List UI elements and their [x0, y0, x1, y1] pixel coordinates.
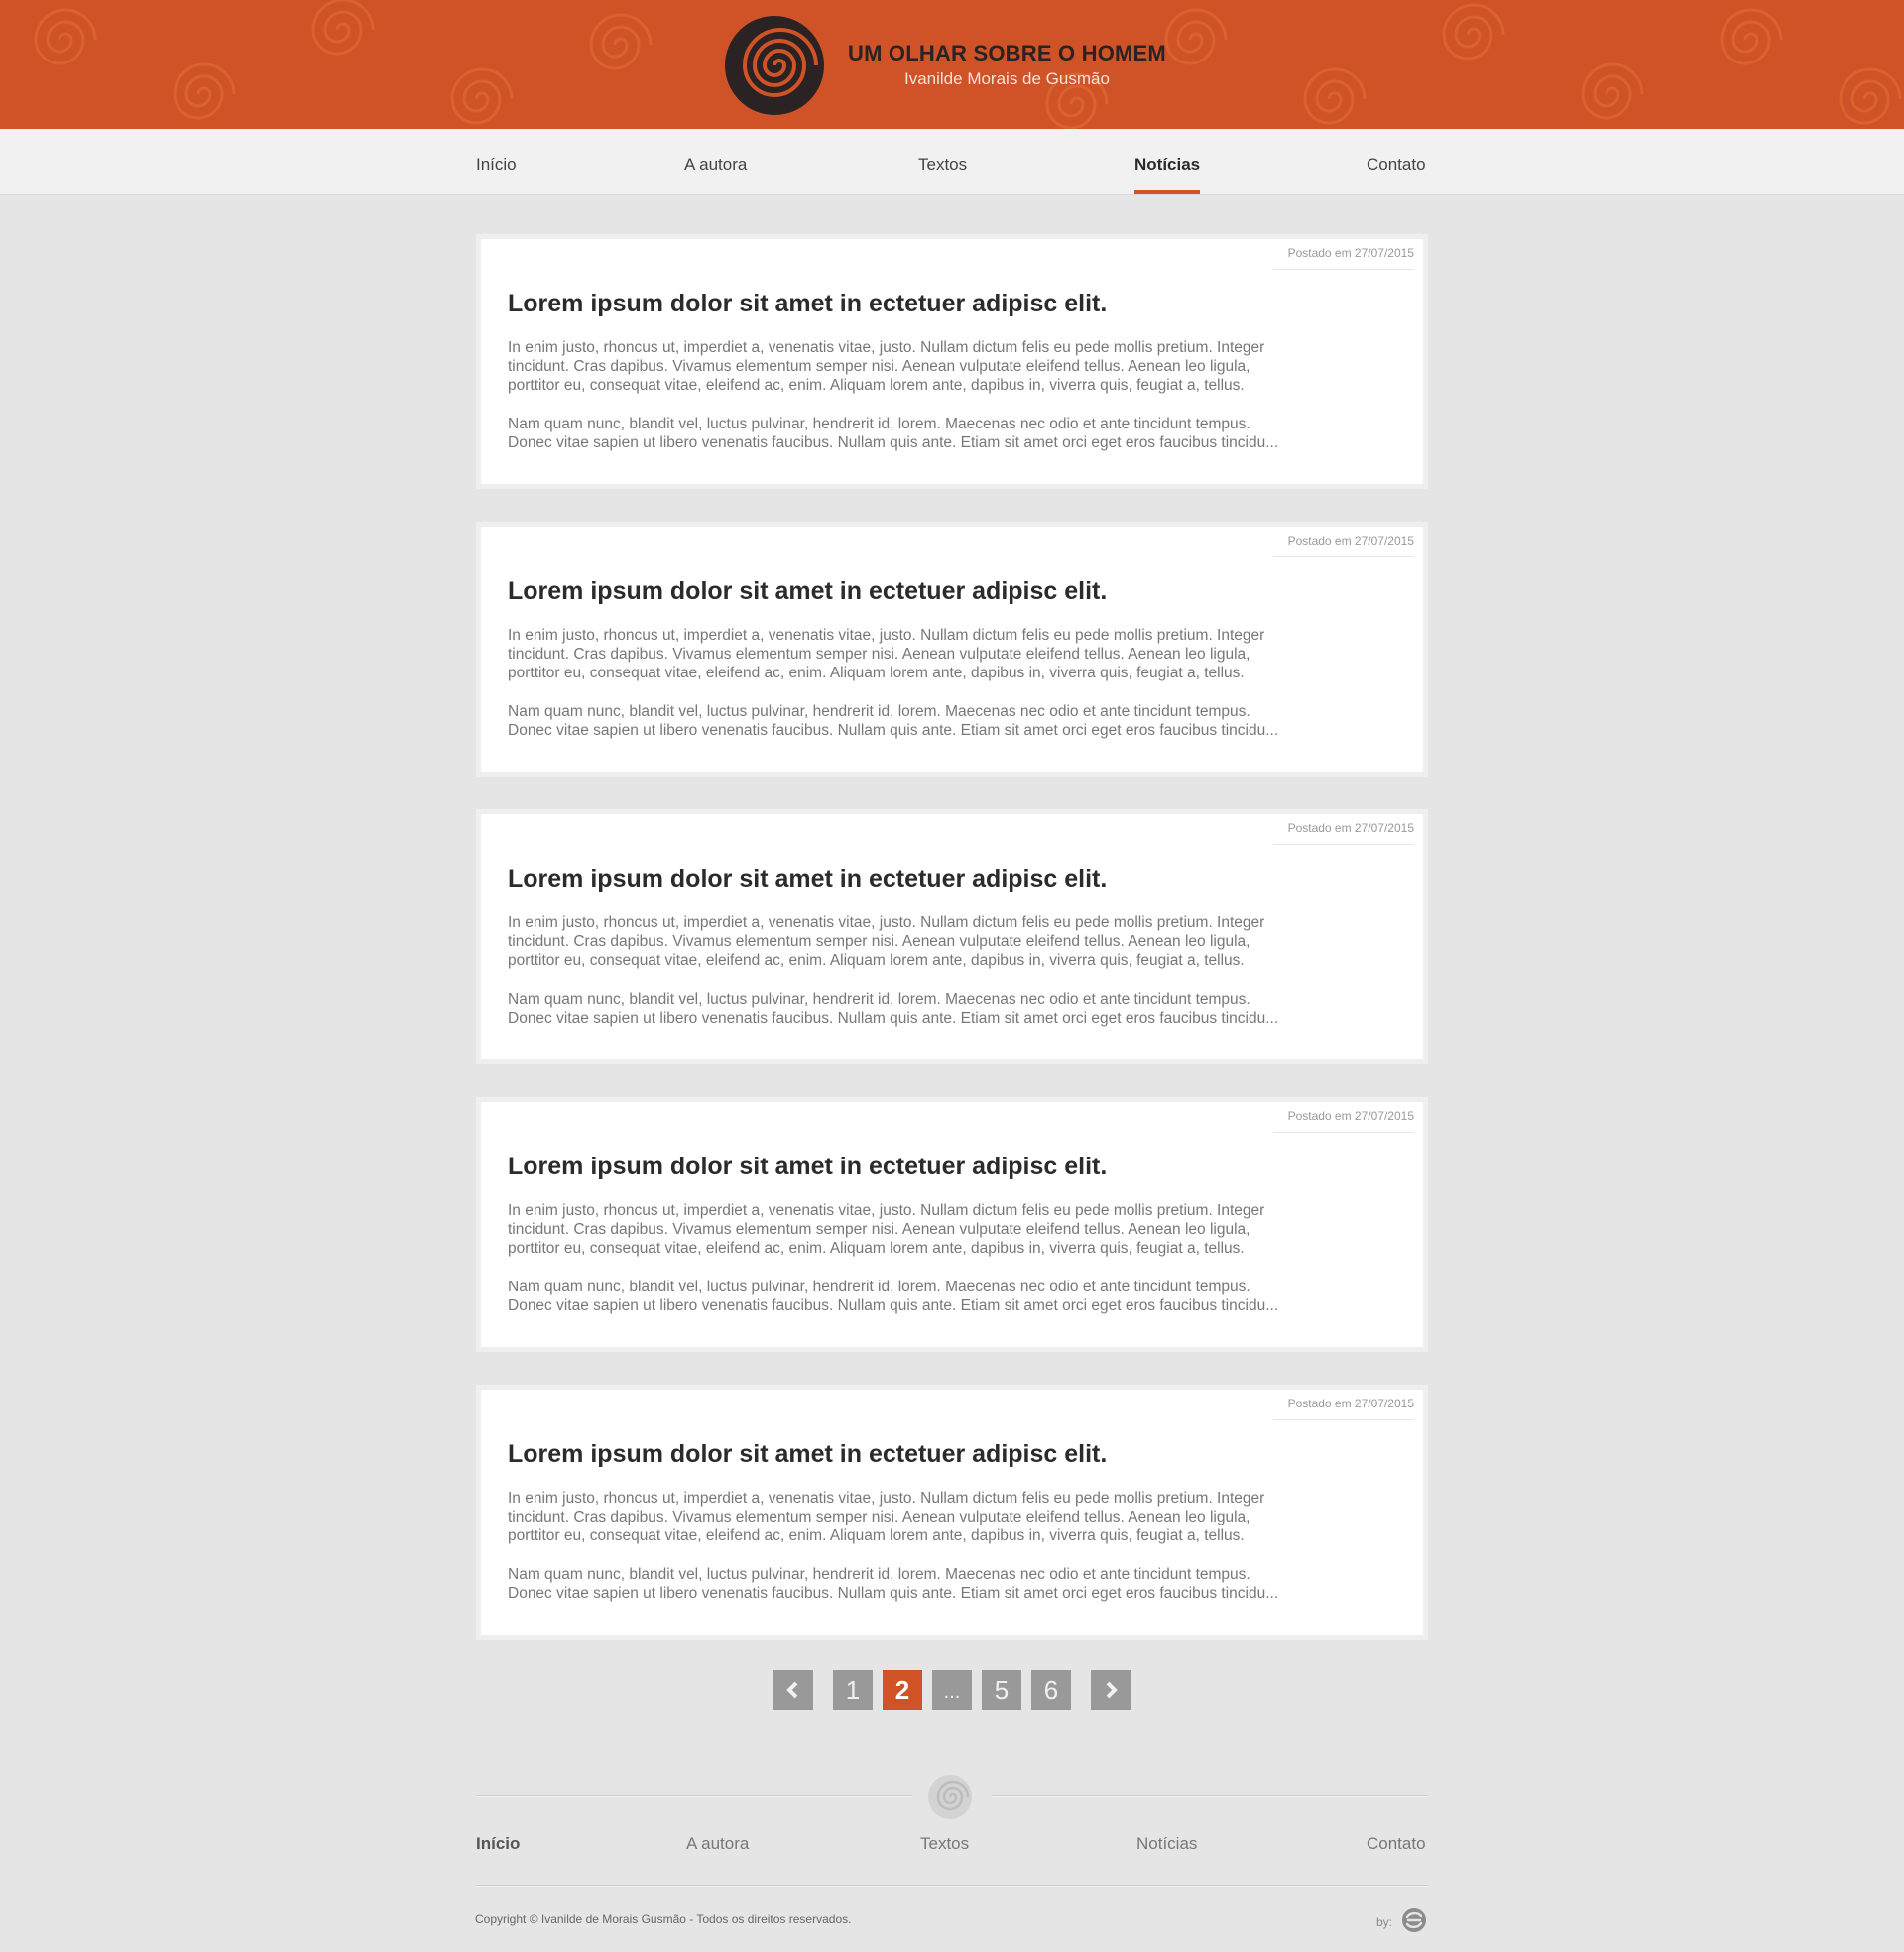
post-card: Postado em 27/07/2015 Lorem ipsum dolor …	[476, 234, 1428, 489]
excerpt-line: tincidunt. Cras dapibus. Vivamus element…	[508, 1509, 1250, 1525]
chevron-right-icon	[1106, 1681, 1118, 1699]
post-date: Postado em 27/07/2015	[1273, 1395, 1414, 1420]
excerpt-line: Donec vitae sapien ut libero venenatis f…	[508, 434, 1279, 451]
excerpt-line: In enim justo, rhoncus ut, imperdiet a, …	[508, 1490, 1265, 1507]
post-card: Postado em 27/07/2015 Lorem ipsum dolor …	[476, 1385, 1428, 1640]
post-date: Postado em 27/07/2015	[1273, 819, 1414, 845]
post-excerpt-paragraph: Nam quam nunc, blandit vel, luctus pulvi…	[508, 415, 1400, 452]
post-excerpt-paragraph: In enim justo, rhoncus ut, imperdiet a, …	[508, 1489, 1400, 1545]
brand[interactable]: UM OLHAR SOBRE O HOMEM Ivanilde Morais d…	[721, 13, 1166, 118]
footer-link-inicio[interactable]: Início	[476, 1833, 520, 1855]
site-subtitle: Ivanilde Morais de Gusmão	[904, 69, 1110, 88]
post-date: Postado em 27/07/2015	[1273, 532, 1414, 557]
excerpt-line: Donec vitae sapien ut libero venenatis f…	[508, 1585, 1279, 1602]
by-label: by:	[1376, 1915, 1393, 1929]
excerpt-line: tincidunt. Cras dapibus. Vivamus element…	[508, 1221, 1250, 1238]
footer-link-contato[interactable]: Contato	[1367, 1833, 1426, 1855]
pagination-current-page[interactable]: 2	[883, 1670, 922, 1710]
spiral-logo-icon[interactable]	[926, 1773, 974, 1821]
excerpt-line: Donec vitae sapien ut libero venenatis f…	[508, 1010, 1279, 1027]
post-excerpt-paragraph: In enim justo, rhoncus ut, imperdiet a, …	[508, 1201, 1400, 1258]
post-excerpt-paragraph: In enim justo, rhoncus ut, imperdiet a, …	[508, 914, 1400, 970]
copyright-text: Copyright © Ivanilde de Morais Gusmão - …	[475, 1912, 852, 1926]
excerpt-line: Nam quam nunc, blandit vel, luctus pulvi…	[508, 703, 1250, 720]
post-date: Postado em 27/07/2015	[1273, 244, 1414, 270]
nav-item-inicio[interactable]: Início	[476, 129, 517, 194]
nav-item-noticias[interactable]: Notícias	[1134, 129, 1201, 194]
post-card: Postado em 27/07/2015 Lorem ipsum dolor …	[476, 1097, 1428, 1352]
excerpt-line: Nam quam nunc, blandit vel, luctus pulvi…	[508, 991, 1250, 1008]
post-excerpt-paragraph: Nam quam nunc, blandit vel, luctus pulvi…	[508, 1565, 1400, 1603]
excerpt-line: porttitor eu, consequat vitae, eleifend …	[508, 1527, 1245, 1544]
excerpt-line: In enim justo, rhoncus ut, imperdiet a, …	[508, 339, 1265, 356]
footer-link-a-autora[interactable]: A autora	[686, 1833, 749, 1855]
excerpt-line: tincidunt. Cras dapibus. Vivamus element…	[508, 646, 1250, 663]
spiral-logo-icon	[725, 16, 824, 115]
excerpt-line: In enim justo, rhoncus ut, imperdiet a, …	[508, 1202, 1265, 1219]
footer-bottom-divider	[476, 1885, 1428, 1887]
footer-divider	[476, 1795, 912, 1797]
post-title[interactable]: Lorem ipsum dolor sit amet in ectetuer a…	[508, 1152, 1380, 1181]
excerpt-line: Nam quam nunc, blandit vel, luctus pulvi…	[508, 1279, 1250, 1295]
excerpt-line: In enim justo, rhoncus ut, imperdiet a, …	[508, 627, 1265, 644]
agency-logo-icon[interactable]	[1400, 1906, 1428, 1934]
nav-item-textos[interactable]: Textos	[918, 129, 967, 194]
footer-divider	[992, 1795, 1428, 1797]
site-header: UM OLHAR SOBRE O HOMEM Ivanilde Morais d…	[0, 0, 1904, 129]
post-date: Postado em 27/07/2015	[1273, 1107, 1414, 1133]
post-excerpt-paragraph: Nam quam nunc, blandit vel, luctus pulvi…	[508, 990, 1400, 1028]
excerpt-line: porttitor eu, consequat vitae, eleifend …	[508, 665, 1245, 681]
pagination-page-button[interactable]: 6	[1031, 1670, 1071, 1710]
post-title[interactable]: Lorem ipsum dolor sit amet in ectetuer a…	[508, 1439, 1380, 1469]
main-nav: Início A autora Textos Notícias Contato	[0, 129, 1904, 195]
post-title[interactable]: Lorem ipsum dolor sit amet in ectetuer a…	[508, 576, 1380, 606]
post-excerpt-paragraph: In enim justo, rhoncus ut, imperdiet a, …	[508, 626, 1400, 682]
excerpt-line: Nam quam nunc, blandit vel, luctus pulvi…	[508, 1566, 1250, 1583]
post-excerpt-paragraph: In enim justo, rhoncus ut, imperdiet a, …	[508, 338, 1400, 395]
excerpt-line: porttitor eu, consequat vitae, eleifend …	[508, 377, 1245, 394]
pagination-next-button[interactable]	[1091, 1670, 1130, 1710]
post-card: Postado em 27/07/2015 Lorem ipsum dolor …	[476, 809, 1428, 1064]
post-card: Postado em 27/07/2015 Lorem ipsum dolor …	[476, 522, 1428, 777]
excerpt-line: porttitor eu, consequat vitae, eleifend …	[508, 952, 1245, 969]
post-excerpt-paragraph: Nam quam nunc, blandit vel, luctus pulvi…	[508, 702, 1400, 740]
footer-link-noticias[interactable]: Notícias	[1136, 1833, 1197, 1855]
footer-link-textos[interactable]: Textos	[920, 1833, 969, 1855]
site-title: UM OLHAR SOBRE O HOMEM	[848, 41, 1166, 65]
excerpt-line: Donec vitae sapien ut libero venenatis f…	[508, 722, 1279, 739]
pagination-page-button[interactable]: 5	[982, 1670, 1021, 1710]
excerpt-line: In enim justo, rhoncus ut, imperdiet a, …	[508, 915, 1265, 931]
pagination-ellipsis: ...	[932, 1670, 972, 1710]
excerpt-line: Nam quam nunc, blandit vel, luctus pulvi…	[508, 416, 1250, 432]
excerpt-line: porttitor eu, consequat vitae, eleifend …	[508, 1240, 1245, 1257]
excerpt-line: tincidunt. Cras dapibus. Vivamus element…	[508, 358, 1250, 375]
excerpt-line: Donec vitae sapien ut libero venenatis f…	[508, 1297, 1279, 1314]
pagination-page-button[interactable]: 1	[833, 1670, 873, 1710]
post-title[interactable]: Lorem ipsum dolor sit amet in ectetuer a…	[508, 864, 1380, 894]
post-title[interactable]: Lorem ipsum dolor sit amet in ectetuer a…	[508, 289, 1380, 318]
chevron-left-icon	[786, 1681, 798, 1699]
nav-item-contato[interactable]: Contato	[1367, 129, 1426, 194]
excerpt-line: tincidunt. Cras dapibus. Vivamus element…	[508, 933, 1250, 950]
post-excerpt-paragraph: Nam quam nunc, blandit vel, luctus pulvi…	[508, 1278, 1400, 1315]
brand-text: UM OLHAR SOBRE O HOMEM Ivanilde Morais d…	[848, 41, 1166, 90]
pagination-prev-button[interactable]	[774, 1670, 813, 1710]
nav-item-a-autora[interactable]: A autora	[684, 129, 747, 194]
